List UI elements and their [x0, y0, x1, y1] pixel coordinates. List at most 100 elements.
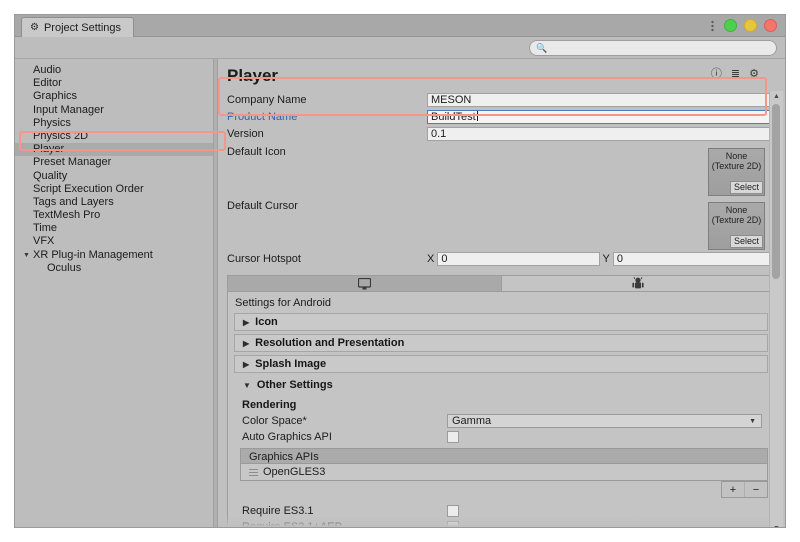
foldout-icon[interactable]: ▶ Icon: [234, 313, 768, 331]
search-input[interactable]: 🔍: [529, 40, 777, 56]
sidebar-item-label: Physics: [33, 116, 71, 129]
sidebar-item-preset-manager[interactable]: Preset Manager: [15, 156, 213, 169]
sidebar-item-tags-and-layers[interactable]: Tags and Layers: [15, 196, 213, 209]
sidebar-item-physics-2d[interactable]: Physics 2D: [15, 130, 213, 143]
drag-handle-icon[interactable]: [249, 468, 258, 476]
add-graphics-api-button[interactable]: +: [722, 482, 744, 497]
sidebar-item-script-execution-order[interactable]: Script Execution Order: [15, 183, 213, 196]
tab-project-settings[interactable]: ⚙ Project Settings: [21, 17, 135, 37]
player-settings-panel: Player ⓘ ≣ ⚙ Company Name MESON Product …: [218, 59, 785, 527]
row-default-cursor: Default Cursor None (Texture 2D) Select: [218, 196, 785, 250]
sidebar-item-label: Time: [33, 222, 58, 235]
sidebar-item-label: Quality: [33, 169, 68, 182]
scrollbar-thumb[interactable]: [772, 104, 780, 279]
sidebar-item-quality[interactable]: Quality: [15, 170, 213, 183]
cursor-hotspot-label: Cursor Hotspot: [227, 252, 301, 265]
settings-for-label: Settings for Android: [235, 297, 332, 309]
cursor-hotspot-y-input[interactable]: 0: [612, 251, 775, 266]
default-cursor-select-button[interactable]: Select: [729, 235, 763, 248]
bottom-fade: [218, 516, 785, 527]
row-auto-graphics-api: Auto Graphics API: [228, 429, 774, 445]
cursor-hotspot-y-label: Y: [602, 252, 610, 265]
list-add-remove-buttons: + −: [721, 481, 768, 498]
sidebar-item-physics[interactable]: Physics: [15, 117, 213, 130]
version-label: Version: [227, 127, 264, 140]
graphics-api-label: OpenGLES3: [263, 466, 326, 478]
sidebar-item-xr-plugin-management[interactable]: ▼ XR Plug-in Management: [15, 249, 213, 262]
screenshot-root: ⚙ Project Settings 🔍 Audio Editor Graphi…: [0, 0, 800, 542]
help-icon[interactable]: ⓘ: [711, 69, 722, 80]
rendering-section-label: Rendering: [242, 399, 297, 411]
vertical-scrollbar[interactable]: ▲ ▼: [769, 91, 783, 527]
sidebar-item-audio[interactable]: Audio: [15, 64, 213, 77]
color-space-label: Color Space*: [242, 415, 307, 427]
chevron-down-icon: ▼: [749, 417, 756, 425]
settings-scroll-area: Company Name MESON Product Name BuildTes…: [218, 91, 785, 527]
foldout-other-settings[interactable]: ▼ Other Settings: [234, 376, 768, 394]
sidebar-item-graphics[interactable]: Graphics: [15, 90, 213, 103]
chevron-right-icon: ▶: [243, 359, 250, 369]
default-icon-type: (Texture 2D): [711, 161, 762, 171]
graphics-apis-list-footer: + −: [240, 481, 768, 498]
foldout-label: Splash Image: [255, 358, 327, 370]
sidebar-item-oculus[interactable]: Oculus: [15, 262, 213, 275]
chevron-down-icon[interactable]: ▼: [23, 249, 30, 262]
window-grip-icon[interactable]: [711, 19, 714, 32]
sidebar-item-label: Audio: [33, 64, 62, 76]
sidebar-item-label: Input Manager: [33, 103, 104, 116]
sidebar-item-textmesh-pro[interactable]: TextMesh Pro: [15, 209, 213, 222]
graphics-apis-list: OpenGLES3: [240, 464, 768, 481]
company-name-input[interactable]: MESON: [427, 92, 775, 107]
version-input[interactable]: 0.1: [427, 126, 775, 141]
platform-tabs: [227, 275, 775, 292]
color-space-dropdown[interactable]: Gamma ▼: [447, 414, 762, 428]
window-tabstrip: ⚙ Project Settings: [15, 15, 785, 37]
gear-icon[interactable]: ⚙: [749, 69, 759, 80]
window-body: Audio Editor Graphics Input Manager Phys…: [15, 59, 785, 527]
row-cursor-hotspot: Cursor Hotspot X 0 Y 0: [218, 250, 785, 267]
sidebar-item-time[interactable]: Time: [15, 222, 213, 235]
sidebar-item-vfx[interactable]: VFX: [15, 235, 213, 248]
platform-tab-standalone[interactable]: [228, 276, 502, 291]
preset-icon[interactable]: ≣: [731, 69, 740, 80]
default-cursor-objectfield[interactable]: None (Texture 2D) Select: [708, 202, 765, 250]
default-icon-objectfield[interactable]: None (Texture 2D) Select: [708, 148, 765, 196]
default-cursor-label: Default Cursor: [227, 200, 298, 212]
foldout-resolution-and-presentation[interactable]: ▶ Resolution and Presentation: [234, 334, 768, 352]
sidebar-item-label: TextMesh Pro: [33, 209, 101, 222]
scroll-up-arrow-icon[interactable]: ▲: [770, 91, 783, 102]
sidebar-item-player[interactable]: Player: [15, 143, 213, 157]
sidebar-item-editor[interactable]: Editor: [15, 77, 213, 90]
row-color-space: Color Space* Gamma ▼: [228, 413, 774, 429]
panel-header-icons: ⓘ ≣ ⚙: [711, 69, 759, 80]
window-minimize-button[interactable]: [744, 19, 757, 32]
window-close-button[interactable]: [764, 19, 777, 32]
company-name-label: Company Name: [227, 93, 307, 106]
search-row: 🔍: [15, 37, 785, 59]
chevron-right-icon: ▶: [243, 317, 250, 327]
platform-tab-android[interactable]: [502, 276, 775, 291]
remove-graphics-api-button[interactable]: −: [744, 482, 767, 497]
sidebar-item-label: Graphics: [33, 90, 78, 103]
foldout-splash-image[interactable]: ▶ Splash Image: [234, 355, 768, 373]
tab-label: Project Settings: [43, 21, 122, 34]
product-name-input[interactable]: BuildTest: [427, 109, 775, 124]
platform-settings-box: Settings for Android ▶ Icon ▶ Resolution…: [227, 292, 775, 527]
sidebar-item-label: VFX: [33, 235, 55, 248]
default-icon-select-button[interactable]: Select: [729, 181, 763, 194]
foldout-label: Other Settings: [256, 379, 333, 391]
scroll-down-arrow-icon[interactable]: ▼: [770, 523, 783, 527]
window-maximize-button[interactable]: [724, 19, 737, 32]
sidebar-item-label: Player: [33, 143, 65, 156]
cursor-hotspot-fields: X 0 Y 0: [427, 251, 775, 266]
sidebar-item-label: Oculus: [47, 261, 82, 274]
product-name-value: BuildTest: [431, 110, 476, 123]
auto-graphics-api-checkbox[interactable]: [447, 431, 459, 443]
default-cursor-value: None: [725, 205, 748, 215]
graphics-apis-list-header: Graphics APIs: [240, 448, 768, 464]
list-item[interactable]: OpenGLES3: [241, 464, 767, 480]
sidebar-item-input-manager[interactable]: Input Manager: [15, 104, 213, 117]
sidebar-item-label: XR Plug-in Management: [33, 248, 153, 261]
cursor-hotspot-x-input[interactable]: 0: [437, 251, 600, 266]
row-company-name: Company Name MESON: [218, 91, 785, 108]
